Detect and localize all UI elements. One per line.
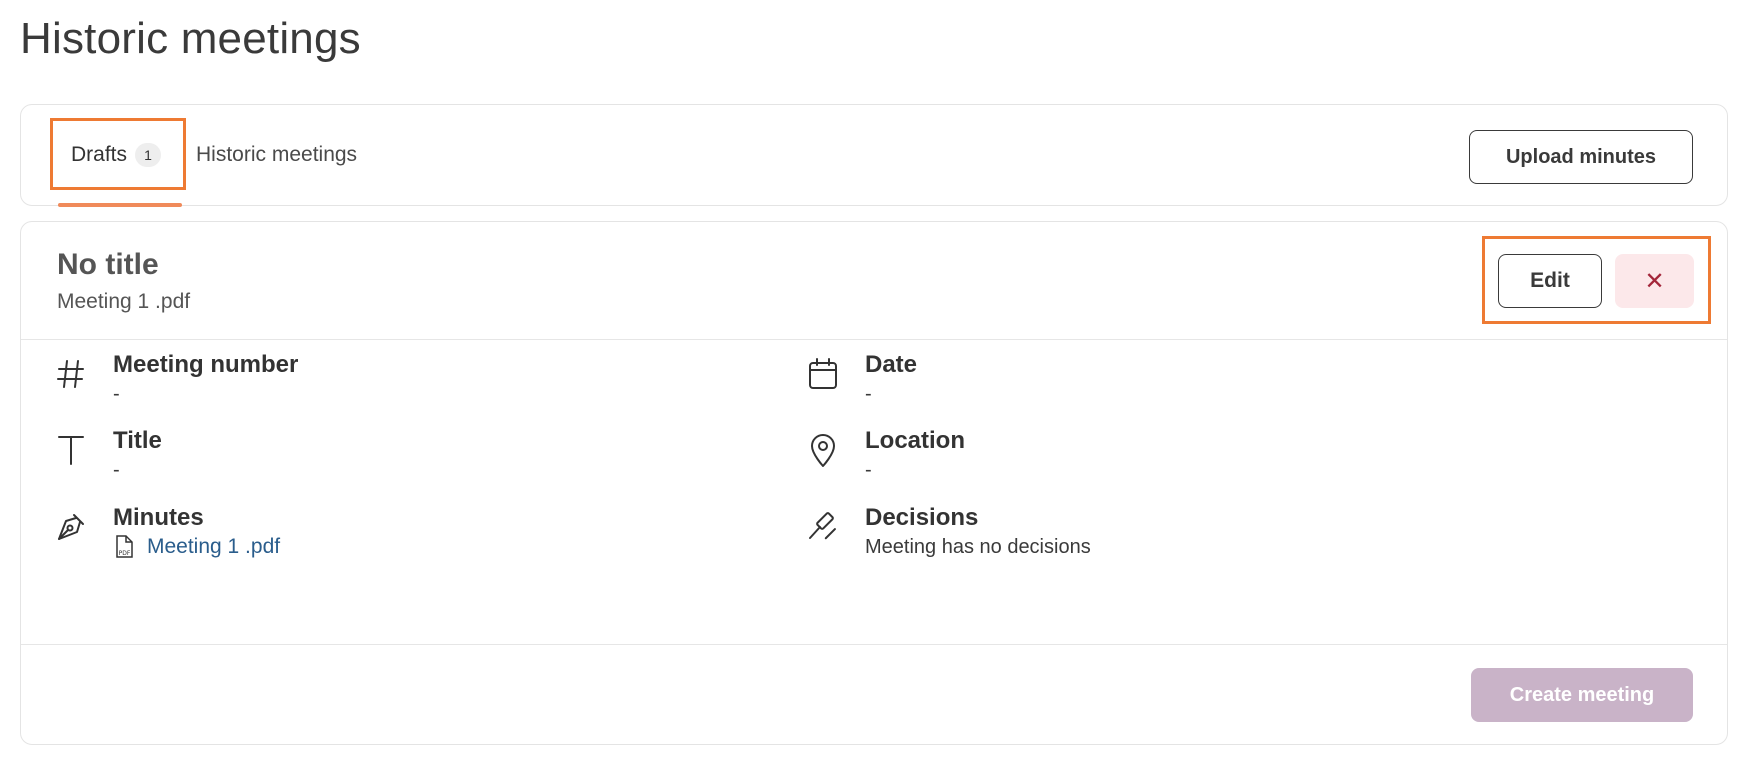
create-meeting-button[interactable]: Create meeting [1471, 668, 1693, 722]
minutes-file-link[interactable]: PDF Meeting 1 .pdf [113, 533, 280, 561]
map-pin-icon [803, 430, 843, 470]
edit-button[interactable]: Edit [1498, 254, 1602, 308]
draft-title: No title [57, 248, 159, 281]
draft-file-name: Meeting 1 .pdf [57, 290, 191, 313]
field-date: Date - [803, 350, 917, 408]
tab-drafts-label: Drafts [71, 143, 128, 166]
page-title: Historic meetings [20, 14, 361, 63]
date-value: - [865, 383, 872, 405]
gavel-icon [803, 507, 843, 547]
tabs-card: Drafts 1 Historic meetings Upload minute… [20, 104, 1728, 207]
field-location: Location - [803, 426, 965, 484]
date-label: Date [865, 351, 918, 378]
close-icon: ✕ [1644, 267, 1665, 295]
title-label: Title [113, 427, 162, 454]
pdf-file-icon: PDF [116, 535, 133, 558]
location-label: Location [865, 427, 965, 454]
delete-button[interactable]: ✕ [1615, 254, 1694, 308]
drafts-count-badge: 1 [135, 143, 162, 167]
meeting-number-label: Meeting number [113, 351, 299, 378]
decisions-value: Meeting has no decisions [865, 536, 1091, 558]
pen-nib-icon [51, 507, 91, 547]
field-minutes: Minutes PDF Meeting 1 .pdf [51, 503, 280, 561]
field-title: Title - [51, 426, 162, 484]
tab-drafts[interactable]: Drafts 1 [71, 105, 162, 205]
hash-icon [51, 354, 91, 394]
field-meeting-number: Meeting number - [51, 350, 298, 408]
title-value: - [113, 459, 120, 481]
draft-meeting-card: No title Meeting 1 .pdf Edit ✕ Meeting n… [20, 221, 1728, 745]
calendar-icon [803, 354, 843, 394]
card-footer-divider [21, 644, 1727, 645]
active-tab-indicator [58, 203, 182, 207]
upload-minutes-button[interactable]: Upload minutes [1469, 130, 1693, 184]
minutes-file-name: Meeting 1 .pdf [147, 535, 281, 558]
draft-card-header: No title Meeting 1 .pdf Edit ✕ [21, 222, 1727, 340]
meeting-number-value: - [113, 383, 120, 405]
decisions-label: Decisions [865, 504, 979, 531]
text-icon [51, 430, 91, 470]
pdf-icon-text: PDF [119, 550, 131, 557]
field-decisions: Decisions Meeting has no decisions [803, 503, 1091, 561]
location-value: - [865, 459, 872, 481]
tab-historic-meetings[interactable]: Historic meetings [196, 105, 357, 205]
minutes-label: Minutes [113, 504, 204, 531]
